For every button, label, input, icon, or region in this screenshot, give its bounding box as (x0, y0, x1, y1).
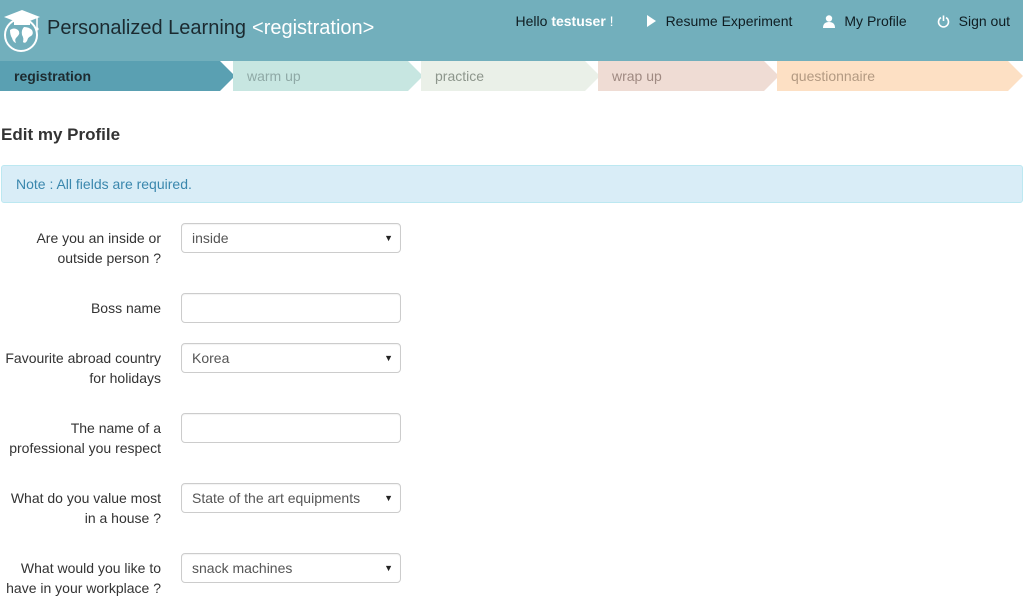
house-value-select[interactable]: State of the art equipments ▼ (181, 483, 401, 513)
field-label-boss-name: Boss name (0, 298, 161, 318)
field-label-respected-professional: The name of a professional you respect (0, 418, 161, 458)
brand[interactable]: Personalized Learning <registration> (2, 8, 374, 52)
greeting-suffix: ! (605, 13, 614, 29)
app-title-text: Personalized Learning (47, 16, 247, 39)
boss-name-input[interactable] (181, 293, 401, 323)
play-icon (644, 14, 658, 28)
label-line: Are you an inside or (36, 230, 161, 246)
graduation-globe-logo-icon (4, 10, 40, 52)
app-subtitle: <registration> (252, 16, 375, 39)
power-icon (937, 14, 951, 28)
label-line: What would you like to (20, 560, 161, 576)
page-title: Edit my Profile (1, 125, 121, 144)
label-line: in a house ? (84, 510, 161, 526)
select-value: Korea (192, 350, 230, 366)
greeting: Hello testuser ! (516, 13, 614, 29)
user-nav: Hello testuser ! Resume Experiment My Pr… (516, 13, 1010, 29)
label-line: outside person ? (57, 250, 161, 266)
select-value: inside (192, 230, 229, 246)
username: testuser (551, 13, 606, 29)
field-label-favourite-country: Favourite abroad country for holidays (0, 348, 161, 388)
field-label-workplace: What would you like to have in your work… (0, 558, 161, 598)
step-registration: registration (0, 61, 235, 91)
step-wrap-up: wrap up (598, 61, 779, 91)
workplace-select[interactable]: snack machines ▼ (181, 553, 401, 583)
label-line: Boss name (90, 300, 161, 316)
label-line: have in your workplace ? (6, 580, 161, 596)
sign-out-label: Sign out (958, 13, 1010, 29)
resume-experiment-link[interactable]: Resume Experiment (644, 13, 793, 29)
resume-experiment-label: Resume Experiment (665, 13, 793, 29)
label-line: professional you respect (9, 440, 161, 456)
my-profile-link[interactable]: My Profile (822, 13, 907, 29)
chevron-down-icon: ▼ (384, 233, 393, 243)
progress-steps: registration warm up practice wrap up qu… (0, 61, 1023, 91)
my-profile-label: My Profile (844, 13, 907, 29)
chevron-down-icon: ▼ (384, 353, 393, 363)
label-line: The name of a (70, 420, 161, 436)
label-line: What do you value most (10, 490, 161, 506)
inside-outside-select[interactable]: inside ▼ (181, 223, 401, 253)
top-navbar: Personalized Learning <registration> Hell… (0, 0, 1023, 61)
step-questionnaire: questionnaire (777, 61, 1023, 91)
app-title: Personalized Learning <registration> (47, 17, 374, 40)
chevron-down-icon: ▼ (384, 493, 393, 503)
step-warm-up: warm up (233, 61, 423, 91)
greeting-prefix: Hello (515, 13, 552, 29)
field-label-house-value: What do you value most in a house ? (0, 488, 161, 528)
label-line: Favourite abroad country (5, 350, 161, 366)
select-value: State of the art equipments (192, 490, 361, 506)
favourite-country-select[interactable]: Korea ▼ (181, 343, 401, 373)
user-icon (822, 14, 836, 28)
respected-professional-input[interactable] (181, 413, 401, 443)
sign-out-link[interactable]: Sign out (937, 13, 1010, 29)
step-practice: practice (421, 61, 600, 91)
field-label-inside-outside: Are you an inside or outside person ? (0, 228, 161, 268)
required-fields-note: Note : All fields are required. (1, 165, 1023, 203)
chevron-down-icon: ▼ (384, 563, 393, 573)
select-value: snack machines (192, 560, 293, 576)
label-line: for holidays (89, 370, 161, 386)
